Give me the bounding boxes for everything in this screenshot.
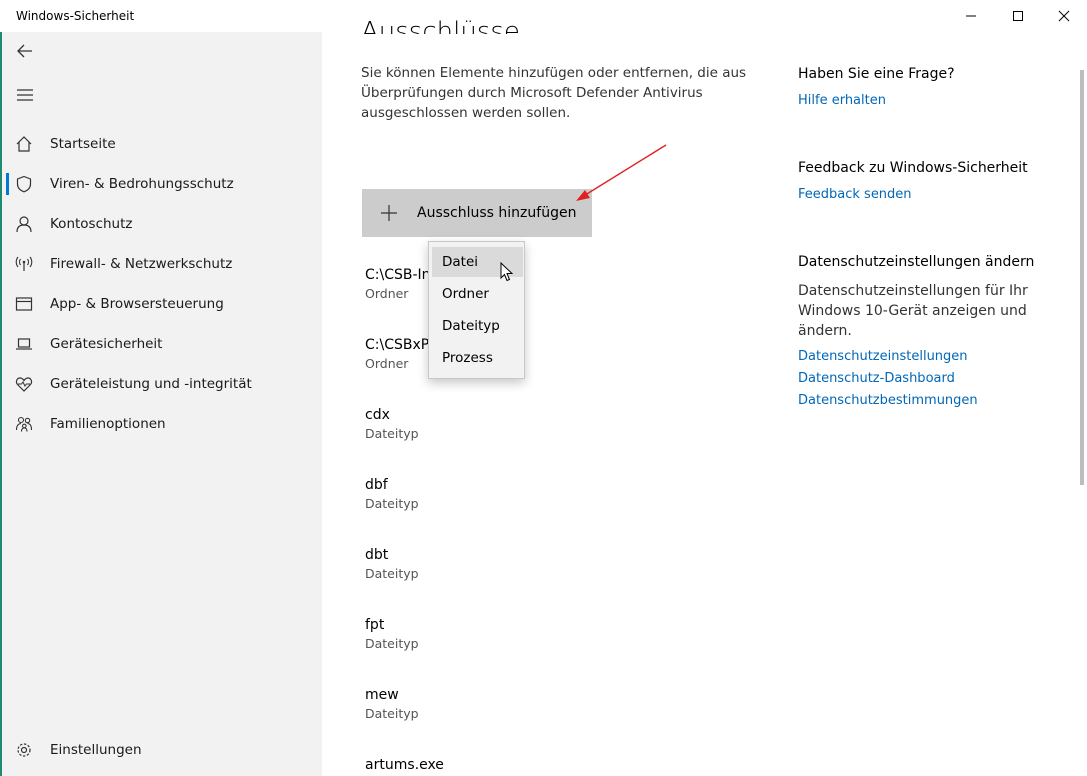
dropdown-item-ordner[interactable]: Ordner <box>432 279 523 309</box>
shield-icon <box>15 175 33 193</box>
close-icon <box>1058 10 1070 22</box>
exclusion-type: Dateityp <box>365 636 419 651</box>
close-button[interactable] <box>1041 0 1087 32</box>
exclusion-type: Dateityp <box>365 426 419 441</box>
hamburger-icon <box>17 89 33 101</box>
privacy-statement-link[interactable]: Datenschutzbestimmungen <box>798 393 1038 408</box>
exclusion-item[interactable]: artums.exe <box>365 756 745 774</box>
minimize-icon <box>966 15 976 17</box>
antenna-icon <box>15 255 33 273</box>
person-icon <box>15 215 33 233</box>
annotation-arrow-icon <box>576 144 667 201</box>
nav-item-kontoschutz[interactable]: Kontoschutz <box>2 204 322 244</box>
nav-item-label: Startseite <box>50 136 116 152</box>
nav-item-label: Firewall- & Netzwerkschutz <box>50 256 233 272</box>
nav-item-label: Einstellungen <box>50 742 142 758</box>
back-button[interactable] <box>12 38 38 64</box>
exclusion-name: C:\CSB-In <box>365 267 431 283</box>
feedback-link[interactable]: Feedback senden <box>798 187 1038 202</box>
privacy-section: Datenschutzeinstellungen ändern Datensch… <box>798 254 1038 408</box>
home-icon <box>15 135 33 153</box>
window-title: Windows-Sicherheit <box>16 9 135 23</box>
exclusion-name: cdx <box>365 407 390 423</box>
exclusion-item[interactable]: dbf Dateityp <box>365 476 745 512</box>
exclusion-item[interactable]: fpt Dateityp <box>365 616 745 652</box>
privacy-heading: Datenschutzeinstellungen ändern <box>798 254 1035 270</box>
back-arrow-icon <box>17 44 32 58</box>
nav-item-label: App- & Browsersteuerung <box>50 296 224 312</box>
minimize-button[interactable] <box>948 0 994 32</box>
help-link[interactable]: Hilfe erhalten <box>798 93 1038 108</box>
dropdown-item-prozess[interactable]: Prozess <box>432 343 523 373</box>
exclusion-name: dbf <box>365 477 388 493</box>
nav-item-label: Kontoschutz <box>50 216 133 232</box>
nav-item-label: Viren- & Bedrohungsschutz <box>50 176 234 192</box>
add-exclusion-button[interactable]: Ausschluss hinzufügen <box>362 189 592 237</box>
heart-pulse-icon <box>15 375 33 393</box>
exclusion-item[interactable]: C:\CSB-In Ordner <box>365 266 745 302</box>
help-section: Haben Sie eine Frage? Hilfe erhalten <box>798 66 1038 108</box>
nav-item-einstellungen[interactable]: Einstellungen <box>2 730 322 770</box>
dropdown-item-dateityp[interactable]: Dateityp <box>432 311 523 341</box>
exclusion-type: Dateityp <box>365 496 419 511</box>
exclusion-name: mew <box>365 687 399 703</box>
exclusion-item[interactable]: mew Dateityp <box>365 686 745 722</box>
browser-window-icon <box>15 295 33 313</box>
family-icon <box>15 415 33 433</box>
privacy-description: Datenschutzeinstellungen für Ihr Windows… <box>798 283 1028 339</box>
exclusion-name: dbt <box>365 547 389 563</box>
exclusion-type: Ordner <box>365 286 409 301</box>
nav-item-geraetesicherheit[interactable]: Gerätesicherheit <box>2 324 322 364</box>
help-heading: Haben Sie eine Frage? <box>798 66 955 82</box>
nav-item-label: Gerätesicherheit <box>50 336 163 352</box>
exclusion-type: Dateityp <box>365 566 419 581</box>
nav-item-label: Geräteleistung und -integrität <box>50 376 252 392</box>
nav-item-startseite[interactable]: Startseite <box>2 124 322 164</box>
exclusion-name: C:\CSBxPo <box>365 337 438 353</box>
add-exclusion-label: Ausschluss hinzufügen <box>417 205 577 221</box>
privacy-dashboard-link[interactable]: Datenschutz-Dashboard <box>798 371 1038 386</box>
nav-item-viren-bedrohungsschutz[interactable]: Viren- & Bedrohungsschutz <box>2 164 322 204</box>
nav-item-familienoptionen[interactable]: Familienoptionen <box>2 404 322 444</box>
title-bar: Windows-Sicherheit <box>0 0 1087 32</box>
exclusion-name: fpt <box>365 617 385 633</box>
active-indicator <box>6 173 9 195</box>
mouse-cursor-icon <box>500 262 514 282</box>
privacy-settings-link[interactable]: Datenschutzeinstellungen <box>798 349 1038 364</box>
hamburger-menu-button[interactable] <box>12 82 38 108</box>
feedback-section: Feedback zu Windows-Sicherheit Feedback … <box>798 160 1038 202</box>
exclusion-type: Dateityp <box>365 706 419 721</box>
gear-icon <box>15 741 33 759</box>
exclusion-item[interactable]: C:\CSBxPo Ordner <box>365 336 745 372</box>
page-description: Sie können Elemente hinzufügen oder entf… <box>361 65 747 121</box>
laptop-icon <box>15 335 33 353</box>
feedback-heading: Feedback zu Windows-Sicherheit <box>798 160 1028 176</box>
sidebar: Startseite Viren- & Bedrohungsschutz Kon… <box>0 32 322 776</box>
maximize-icon <box>1013 11 1023 21</box>
exclusion-item[interactable]: cdx Dateityp <box>365 406 745 442</box>
nav-item-label: Familienoptionen <box>50 416 166 432</box>
maximize-button[interactable] <box>995 0 1041 32</box>
page-title: Ausschlüsse <box>361 17 520 34</box>
exclusion-name: artums.exe <box>365 757 444 773</box>
nav-item-firewall-netzwerkschutz[interactable]: Firewall- & Netzwerkschutz <box>2 244 322 284</box>
plus-icon <box>381 205 397 221</box>
nav-item-geraeteleistung[interactable]: Geräteleistung und -integrität <box>2 364 322 404</box>
scrollbar[interactable] <box>1080 70 1084 485</box>
exclusion-item[interactable]: dbt Dateityp <box>365 546 745 582</box>
nav-item-app-browsersteuerung[interactable]: App- & Browsersteuerung <box>2 284 322 324</box>
exclusion-type: Ordner <box>365 356 409 371</box>
